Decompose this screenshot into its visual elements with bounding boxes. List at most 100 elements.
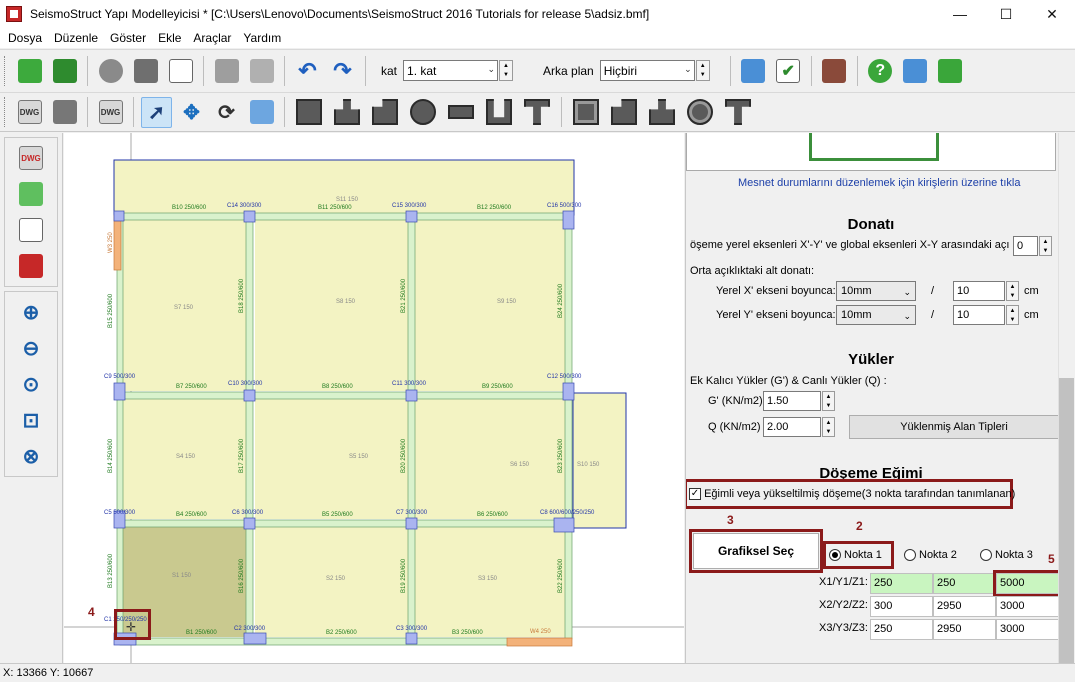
menu-ekle[interactable]: Ekle [152, 31, 187, 45]
loaded-area-types-button[interactable]: Yüklenmiş Alan Tipleri [849, 415, 1059, 439]
u-section-button[interactable] [483, 96, 515, 128]
y-bar-size-select[interactable]: 10mm ⌄ [836, 305, 916, 325]
arka-plan-select[interactable]: Hiçbiri ⌄ [599, 60, 695, 81]
dwg-magnet-button[interactable]: DWG [13, 140, 49, 176]
x-spacing-input[interactable]: 10 [953, 281, 1005, 301]
beam-col-3[interactable] [407, 218, 416, 640]
slab-s8[interactable] [255, 219, 408, 391]
undo-button[interactable]: ↶ [292, 55, 323, 86]
save-button[interactable] [49, 55, 80, 86]
snap-red-button[interactable] [13, 248, 49, 284]
jacket-l-button[interactable] [608, 96, 640, 128]
column-c14[interactable] [243, 210, 256, 223]
sloped-slab-checkbox[interactable]: ✓ Eğimli veya yükseltilmiş döşeme(3 nokt… [689, 488, 1015, 501]
column-c3[interactable] [405, 632, 418, 645]
column-c2[interactable] [243, 632, 267, 645]
maximize-button[interactable]: ☐ [983, 0, 1029, 28]
beam-row-bottom[interactable] [119, 637, 571, 646]
x-bar-size-select[interactable]: 10mm ⌄ [836, 281, 916, 301]
q-spinner[interactable]: ▲ ▼ [822, 417, 835, 437]
column-c16[interactable] [562, 210, 575, 230]
help-button[interactable]: ? [865, 55, 896, 86]
plan-canvas[interactable]: B10 250/600 C14 300/300 B11 250/600 C15 … [64, 133, 684, 663]
rect-column-button[interactable] [293, 96, 325, 128]
open-button[interactable] [14, 55, 45, 86]
column-c8[interactable] [553, 517, 575, 533]
slab-s2[interactable] [255, 527, 408, 637]
panel-scrollbar[interactable] [1058, 133, 1075, 663]
settings-button[interactable] [95, 55, 126, 86]
exit-button[interactable] [935, 55, 966, 86]
floor-plan[interactable]: B10 250/600 C14 300/300 B11 250/600 C15 … [64, 133, 684, 663]
wall-w4[interactable] [506, 637, 573, 647]
point1-radio[interactable]: Nokta 1 [829, 549, 882, 562]
grid-settings-button[interactable] [165, 55, 196, 86]
delete-tool-button[interactable] [246, 97, 277, 128]
structure-view-button[interactable] [819, 55, 850, 86]
scrollbar-thumb[interactable] [1059, 378, 1074, 663]
snap-green-button[interactable] [13, 176, 49, 212]
column-c6[interactable] [243, 517, 256, 530]
column-c7[interactable] [405, 517, 418, 530]
column-c10[interactable] [243, 389, 256, 402]
dwg-view-button[interactable]: DWG [95, 97, 126, 128]
jacket-circle-button[interactable] [684, 96, 716, 128]
print-preview-button[interactable] [246, 55, 277, 86]
t-section-button[interactable] [331, 96, 363, 128]
dwg-layers-button[interactable] [49, 97, 80, 128]
beam-col-4[interactable] [564, 218, 573, 640]
minimize-button[interactable]: — [937, 0, 983, 28]
import-dwg-button[interactable]: DWG [14, 97, 45, 128]
menu-dosya[interactable]: Dosya [2, 31, 48, 45]
g-input[interactable]: 1.50 [763, 391, 821, 411]
circular-column-button[interactable] [407, 96, 439, 128]
wall-w3[interactable] [113, 214, 122, 271]
x3-cell[interactable]: 250 [870, 619, 933, 640]
z2-cell[interactable]: 3000 [996, 596, 1059, 617]
view-3d-button[interactable] [130, 55, 161, 86]
column-c11[interactable] [405, 389, 418, 402]
zoom-window-button[interactable]: ⊡ [13, 402, 49, 438]
menu-duzenle[interactable]: Düzenle [48, 31, 104, 45]
beam-col-1[interactable] [116, 218, 124, 640]
y3-cell[interactable]: 2950 [933, 619, 996, 640]
support-preview[interactable] [686, 133, 1056, 171]
q-input[interactable]: 2.00 [763, 417, 821, 437]
building-settings-button[interactable] [738, 55, 769, 86]
z3-cell[interactable]: 3000 [996, 619, 1059, 640]
arka-plan-spinner[interactable]: ▲ ▼ [695, 60, 710, 81]
y-spacing-input[interactable]: 10 [953, 305, 1005, 325]
export-button[interactable] [900, 55, 931, 86]
zoom-in-button[interactable]: ⊕ [13, 294, 49, 330]
l-section-button[interactable] [369, 96, 401, 128]
y2-cell[interactable]: 2950 [933, 596, 996, 617]
snap-grid-button[interactable] [13, 212, 49, 248]
slab-s10[interactable] [572, 392, 627, 529]
graphical-select-button[interactable]: Grafiksel Seç [693, 533, 819, 569]
column-c9[interactable] [113, 382, 126, 401]
slab-s6[interactable] [415, 399, 565, 519]
beam-row-2[interactable] [119, 391, 571, 400]
slab-s3[interactable] [415, 527, 565, 637]
point2-radio[interactable]: Nokta 2 [904, 549, 957, 562]
zoom-out-button[interactable]: ⊖ [13, 330, 49, 366]
x1-cell[interactable]: 250 [870, 573, 933, 594]
menu-araclar[interactable]: Araçlar [187, 31, 237, 45]
select-tool-button[interactable]: ➚ [141, 96, 172, 128]
jacket-t-button[interactable] [646, 96, 678, 128]
beam-row-top[interactable] [119, 212, 571, 221]
zoom-previous-button[interactable]: ⊗ [13, 438, 49, 474]
jacket-rect-button[interactable] [570, 96, 602, 128]
check-model-button[interactable]: ✔ [773, 55, 804, 86]
angle-input[interactable]: 0 [1013, 236, 1038, 256]
column-c13[interactable] [113, 210, 125, 222]
wall-section-button[interactable] [445, 96, 477, 128]
kat-spinner[interactable]: ▲ ▼ [499, 60, 514, 81]
y-spacing-spinner[interactable]: ▲ ▼ [1006, 305, 1019, 325]
close-button[interactable]: ✕ [1029, 0, 1075, 28]
x2-cell[interactable]: 300 [870, 596, 933, 617]
slab-s9[interactable] [415, 219, 565, 391]
menu-yardim[interactable]: Yardım [237, 31, 287, 45]
slab-s5[interactable] [255, 399, 408, 519]
g-spinner[interactable]: ▲ ▼ [822, 391, 835, 411]
